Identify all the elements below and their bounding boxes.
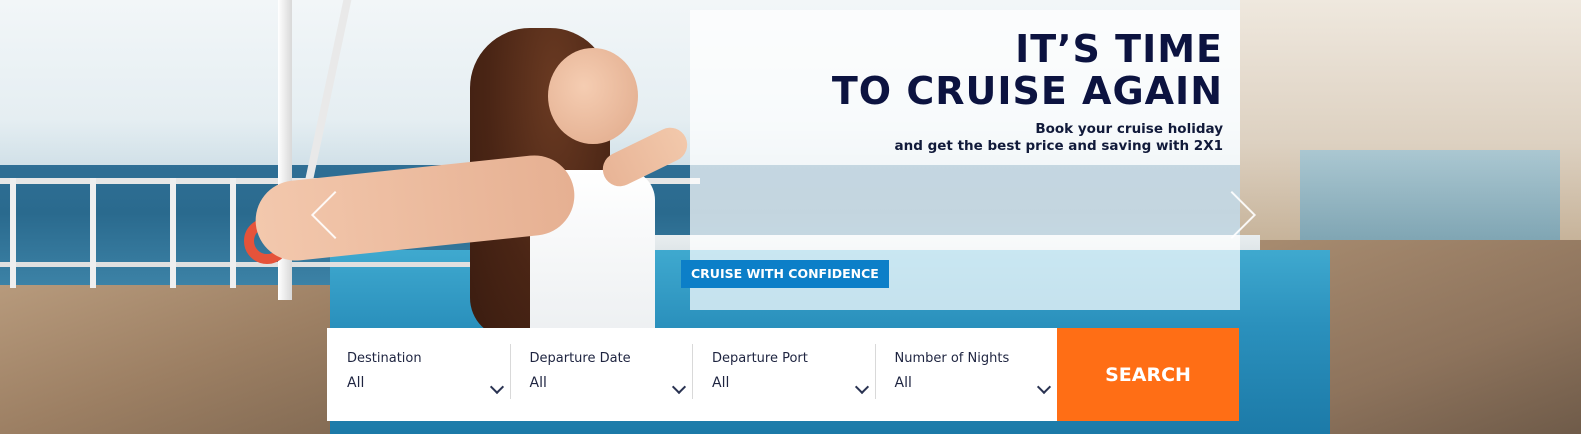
cabin-window-background <box>1300 150 1560 240</box>
railing-post <box>230 178 236 288</box>
number-of-nights-select[interactable]: Number of Nights All <box>874 328 1058 421</box>
departure-port-select[interactable]: Departure Port All <box>692 328 875 421</box>
departure-date-select[interactable]: Departure Date All <box>509 328 693 421</box>
cruise-search-bar: Destination All Departure Date All Depar… <box>327 328 1239 421</box>
destination-value: All <box>347 375 365 391</box>
woman-face-image <box>548 48 638 144</box>
headline-line-2: TO CRUISE AGAIN <box>831 69 1223 113</box>
headline-line-1: IT’S TIME <box>1015 27 1223 71</box>
subtitle-line-1: Book your cruise holiday <box>1035 121 1223 137</box>
number-of-nights-label: Number of Nights <box>894 351 1010 366</box>
railing-post <box>170 178 176 288</box>
railing-post <box>10 178 16 288</box>
departure-port-label: Departure Port <box>712 351 808 366</box>
subtitle-line-2: and get the best price and saving with 2… <box>894 138 1223 154</box>
page-title: IT’S TIME TO CRUISE AGAIN <box>832 28 1223 112</box>
departure-port-value: All <box>712 375 730 391</box>
hero-subtitle: Book your cruise holiday and get the bes… <box>895 121 1223 155</box>
departure-date-label: Departure Date <box>529 351 631 366</box>
destination-label: Destination <box>347 351 422 366</box>
destination-select[interactable]: Destination All <box>327 328 510 421</box>
number-of-nights-value: All <box>894 375 912 391</box>
cruise-with-confidence-link[interactable]: CRUISE WITH CONFIDENCE <box>681 260 889 288</box>
hero-banner: IT’S TIME TO CRUISE AGAIN Book your crui… <box>0 0 1581 434</box>
search-button[interactable]: SEARCH <box>1057 328 1239 421</box>
railing-post <box>90 178 96 288</box>
departure-date-value: All <box>529 375 547 391</box>
